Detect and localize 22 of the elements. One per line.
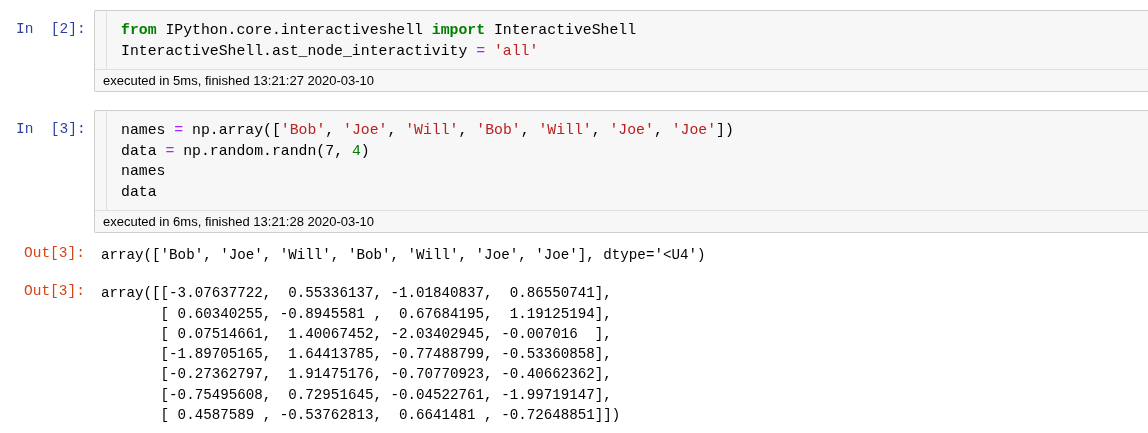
output-line: [ 0.07514661, 1.40067452, -2.03402945, -0.007016 ],	[159, 324, 613, 344]
output-line: [-0.75495608, 0.72951645, -0.04522761, -1.99719147],	[159, 385, 613, 405]
code-cell[interactable]: names = np.array(['Bob', 'Joe', 'Will', 'Bob', 'Will', 'Joe', 'Joe']) data = np.random.randn(7, 4) names data executed in 6ms, finished 13:21:28 2020-03-10	[94, 110, 1148, 233]
output-line: array(['Bob', 'Joe', 'Will', 'Bob', 'Will', 'Joe', 'Joe'], dtype='<U4')	[101, 246, 706, 265]
output-line: [-0.27362797, 1.91475176, -0.70770923, -0.40662362],	[159, 365, 613, 385]
output-line: [ 0.4587589 , -0.53762813, 0.6641481 , -0.72648851]])	[159, 406, 621, 426]
code-line: names	[121, 162, 167, 181]
output-line: array([[-3.07637722, 0.55336137, -1.01840837, 0.86550741],	[101, 284, 613, 304]
input-prompt: In [3]:	[16, 120, 86, 139]
code-line: InteractiveShell.ast_node_interactivity = 'all'	[121, 41, 540, 61]
code-line: from IPython.core.interactiveshell import InteractiveShell	[121, 21, 637, 40]
output-line: [ 0.60340255, -0.8945581 , 0.67684195, 1.19125194],	[159, 304, 613, 324]
code-cell[interactable]: from IPython.core.interactiveshell import InteractiveShell InteractiveShell.ast_node_interactivity = 'all' executed in 5ms, finished 13:21:27 2020-03-10	[94, 10, 1148, 92]
code-line: data = np.random.randn(7, 4)	[121, 141, 371, 161]
output-line: [-1.89705165, 1.64413785, -0.77488799, -0.53360858],	[159, 345, 613, 365]
execution-time: executed in 5ms, finished 13:21:27 2020-03-10	[95, 69, 1148, 91]
input-prompt: In [2]:	[16, 20, 86, 39]
output-prompt: Out[3]:	[24, 283, 85, 302]
code-line: data	[121, 182, 158, 202]
execution-time: executed in 6ms, finished 13:21:28 2020-03-10	[95, 210, 1148, 232]
output-prompt: Out[3]:	[24, 245, 85, 263]
code-line: names = np.array(['Bob', 'Joe', 'Will', 'Bob', 'Will', 'Joe', 'Joe'])	[121, 121, 734, 140]
